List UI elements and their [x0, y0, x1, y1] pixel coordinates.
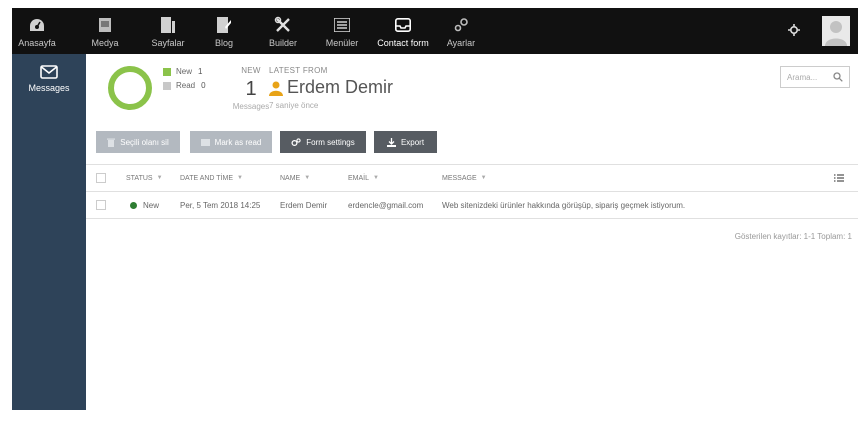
column-label: MESSAGE — [442, 174, 477, 182]
menu-icon — [331, 16, 353, 34]
row-email: erdencle@gmail.com — [348, 200, 424, 210]
row-status: New — [130, 192, 159, 218]
legend-new: New 1 — [163, 67, 202, 76]
messages-donut-chart — [108, 66, 152, 110]
nav-item-contact-form[interactable]: Contact form — [376, 8, 430, 54]
nav-label: Sayfalar — [151, 38, 185, 48]
column-label: NAME — [280, 174, 301, 182]
legend-read: Read 0 — [163, 81, 206, 90]
delete-selected-button[interactable]: Seçili olanı sil — [96, 131, 180, 153]
search-icon — [833, 72, 843, 82]
latest-from-block: LATEST FROM Erdem Demir 7 saniye önce — [269, 66, 393, 110]
blog-icon — [213, 16, 235, 34]
table-row[interactable]: New Per, 5 Tem 2018 14:25 Erdem Demir er… — [86, 192, 858, 219]
builder-icon — [272, 16, 294, 34]
envelope-icon — [40, 64, 58, 80]
status-badge: New — [143, 200, 160, 210]
status-dot-icon — [130, 201, 137, 209]
nav-item-anasayfa[interactable]: Anasayfa — [16, 8, 58, 54]
media-icon — [94, 16, 116, 34]
trash-icon — [107, 138, 116, 147]
search-placeholder: Arama... — [787, 72, 818, 82]
gears-icon — [291, 137, 301, 146]
top-nav-bar: Anasayfa Medya Sayfalar Blog Builder Men… — [12, 8, 858, 54]
envelope-open-icon — [200, 139, 210, 146]
app-frame: Anasayfa Medya Sayfalar Blog Builder Men… — [12, 8, 858, 410]
legend-swatch — [163, 67, 171, 76]
column-name[interactable]: NAME ▼ — [280, 165, 310, 191]
export-button[interactable]: Export — [374, 131, 437, 153]
nav-label: Builder — [268, 38, 297, 48]
column-label: DATE AND TİME — [180, 174, 234, 182]
legend-value: 1 — [198, 67, 203, 76]
avatar[interactable] — [822, 16, 850, 46]
pages-icon — [157, 16, 179, 34]
form-settings-button[interactable]: Form settings — [280, 131, 366, 153]
chevron-down-icon: ▼ — [480, 175, 487, 181]
row-checkbox[interactable] — [96, 192, 106, 218]
legend-value: 0 — [201, 81, 206, 90]
button-label: Export — [400, 137, 425, 147]
button-label: Seçili olanı sil — [120, 137, 169, 147]
inbox-icon — [392, 16, 414, 34]
row-date: Per, 5 Tem 2018 14:25 — [180, 200, 261, 210]
download-icon — [386, 137, 396, 147]
chevron-down-icon: ▼ — [237, 175, 243, 181]
nav-item-medya[interactable]: Medya — [88, 8, 122, 54]
latest-name: Erdem Demir — [287, 77, 394, 97]
nav-item-ayarlar[interactable]: Ayarlar — [446, 8, 476, 54]
button-label: Mark as read — [214, 137, 262, 147]
button-label: Form settings — [306, 137, 355, 147]
nav-label: Contact form — [377, 38, 429, 48]
gear-icon — [788, 24, 800, 36]
chevron-down-icon: ▼ — [304, 175, 311, 181]
nav-item-menuler[interactable]: Menüler — [324, 8, 360, 54]
mark-as-read-button[interactable]: Mark as read — [190, 131, 272, 153]
dashboard-icon — [26, 16, 48, 34]
legend-swatch — [163, 81, 171, 90]
sidebar-item-label: Messages — [28, 83, 70, 93]
settings-gear-button[interactable] — [784, 20, 804, 40]
nav-item-sayfalar[interactable]: Sayfalar — [148, 8, 188, 54]
legend-label: New — [176, 67, 193, 76]
column-label: EMAİL — [348, 174, 370, 182]
column-email[interactable]: EMAİL ▼ — [348, 165, 379, 191]
select-all-checkbox[interactable] — [96, 165, 106, 191]
nav-item-blog[interactable]: Blog — [212, 8, 236, 54]
sidebar: Messages — [12, 54, 86, 410]
latest-sender: Erdem Demir — [269, 77, 393, 98]
nav-label: Anasayfa — [18, 38, 56, 48]
main-content: New 1 Read 0 NEW 1 Messages LATEST FROM … — [86, 54, 858, 410]
user-avatar-icon — [825, 21, 847, 46]
user-icon — [269, 81, 283, 96]
chevron-down-icon: ▼ — [156, 175, 163, 181]
search-input[interactable]: Arama... — [780, 66, 850, 88]
column-message[interactable]: MESSAGE ▼ — [442, 165, 487, 191]
nav-label: Ayarlar — [446, 38, 476, 48]
sidebar-item-messages[interactable]: Messages — [12, 64, 86, 108]
chevron-down-icon: ▼ — [373, 175, 379, 181]
pagination-info: Gösterilen kayıtlar: 1-1 Toplam: 1 — [734, 232, 852, 241]
latest-time: 7 saniye önce — [269, 101, 319, 110]
row-message: Web sitenizdeki ürünler hakkında görüşüp… — [442, 200, 686, 210]
latest-label: LATEST FROM — [269, 66, 328, 75]
column-options-button[interactable] — [834, 165, 844, 191]
column-status[interactable]: STATUS ▼ — [126, 165, 163, 191]
gears-icon — [450, 16, 472, 34]
nav-label: Blog — [214, 38, 233, 48]
row-name: Erdem Demir — [280, 200, 328, 210]
column-label: STATUS — [126, 174, 153, 182]
column-date[interactable]: DATE AND TİME ▼ — [180, 165, 243, 191]
table-header: STATUS ▼ DATE AND TİME ▼ NAME ▼ EMAİL ▼ MESS… — [86, 164, 858, 192]
list-icon — [834, 174, 844, 182]
legend-label: Read — [176, 81, 196, 90]
nav-item-builder[interactable]: Builder — [266, 8, 300, 54]
nav-label: Medya — [91, 38, 119, 48]
nav-label: Menüler — [325, 38, 359, 48]
